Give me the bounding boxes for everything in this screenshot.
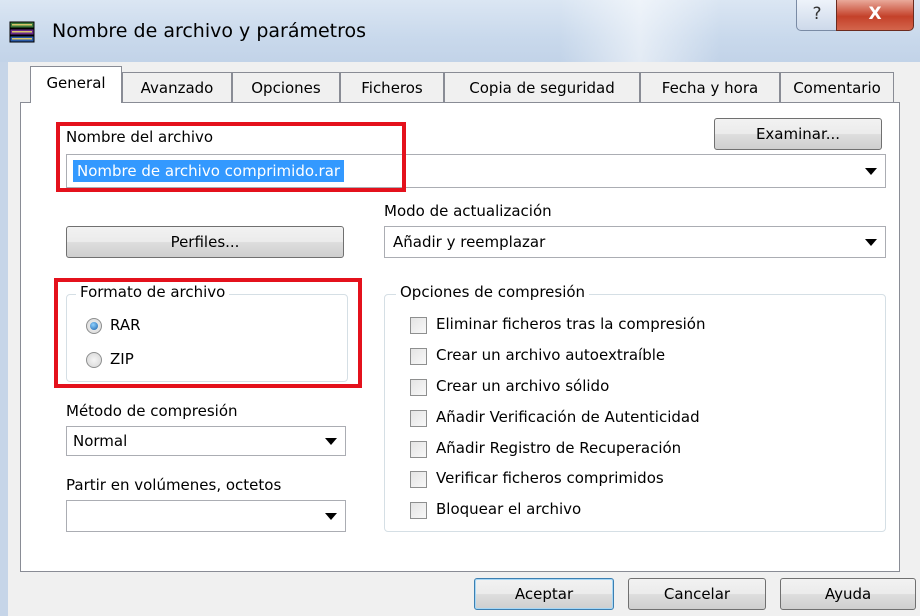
browse-button[interactable]: Examinar... <box>714 118 882 150</box>
verify-files-label[interactable]: Verificar ficheros comprimidos <box>436 469 664 487</box>
help-button[interactable]: Ayuda <box>780 578 916 610</box>
compression-options-title: Opciones de compresión <box>396 283 590 301</box>
lock-archive-checkbox[interactable] <box>410 502 427 519</box>
solid-archive-label[interactable]: Crear un archivo sólido <box>436 377 609 395</box>
authenticity-label[interactable]: Añadir Verificación de Autenticidad <box>436 408 700 426</box>
radio-dot <box>90 322 98 330</box>
title-bar[interactable]: Nombre de archivo y parámetros ? X <box>0 0 920 62</box>
title-bar-glare <box>560 0 720 62</box>
window-frame <box>0 62 8 616</box>
delete-files-checkbox[interactable] <box>410 317 427 334</box>
solid-archive-checkbox[interactable] <box>410 379 427 396</box>
authenticity-checkbox[interactable] <box>410 410 427 427</box>
lock-archive-label[interactable]: Bloquear el archivo <box>436 500 581 518</box>
update-mode-select[interactable]: Añadir y reemplazar <box>384 226 886 258</box>
split-volumes-label: Partir en volúmenes, octetos <box>66 476 282 494</box>
chevron-down-icon[interactable] <box>865 168 877 175</box>
tab-copia-de-seguridad[interactable]: Copia de seguridad <box>444 72 640 102</box>
window-title: Nombre de archivo y parámetros <box>52 20 367 42</box>
rar-label[interactable]: RAR <box>110 316 141 334</box>
compression-method-value: Normal <box>73 432 128 450</box>
archive-format-title: Formato de archivo <box>76 283 230 301</box>
recovery-record-checkbox[interactable] <box>410 441 427 458</box>
filename-input[interactable]: Nombre de archivo comprimido.rar <box>73 160 345 182</box>
chevron-down-icon[interactable] <box>325 438 337 445</box>
tab-general[interactable]: General <box>30 66 122 103</box>
winrar-books-icon <box>9 21 35 43</box>
sfx-label[interactable]: Crear un archivo autoextraíble <box>436 346 665 364</box>
help-title-button[interactable]: ? <box>796 0 838 31</box>
tab-avanzado[interactable]: Avanzado <box>122 72 232 102</box>
split-volumes-combobox[interactable] <box>66 500 346 532</box>
tab-fecha-y-hora[interactable]: Fecha y hora <box>640 72 780 102</box>
tab-ficheros[interactable]: Ficheros <box>340 72 444 102</box>
tab-opciones[interactable]: Opciones <box>232 72 340 102</box>
rar-radio[interactable] <box>86 318 102 334</box>
chevron-down-icon[interactable] <box>325 513 337 520</box>
zip-label[interactable]: ZIP <box>110 350 134 368</box>
cancel-button[interactable]: Cancelar <box>628 578 766 610</box>
close-button[interactable]: X <box>836 0 914 31</box>
sfx-checkbox[interactable] <box>410 348 427 365</box>
filename-label: Nombre del archivo <box>66 128 214 146</box>
update-mode-label: Modo de actualización <box>384 202 552 220</box>
compression-method-label: Método de compresión <box>66 402 238 420</box>
close-icon: X <box>868 4 882 24</box>
ok-button[interactable]: Aceptar <box>474 578 614 610</box>
compression-method-select[interactable]: Normal <box>66 426 346 456</box>
verify-files-checkbox[interactable] <box>410 471 427 488</box>
tab-comentario[interactable]: Comentario <box>780 72 894 102</box>
archive-format-group <box>66 294 348 382</box>
profiles-button[interactable]: Perfiles... <box>66 226 344 258</box>
chevron-down-icon[interactable] <box>865 239 877 246</box>
zip-radio[interactable] <box>86 352 102 368</box>
update-mode-value: Añadir y reemplazar <box>393 233 546 251</box>
filename-combobox[interactable]: Nombre de archivo comprimido.rar <box>66 154 886 188</box>
question-mark-icon: ? <box>812 4 822 24</box>
delete-files-label[interactable]: Eliminar ficheros tras la compresión <box>436 315 706 333</box>
recovery-record-label[interactable]: Añadir Registro de Recuperación <box>436 439 681 457</box>
